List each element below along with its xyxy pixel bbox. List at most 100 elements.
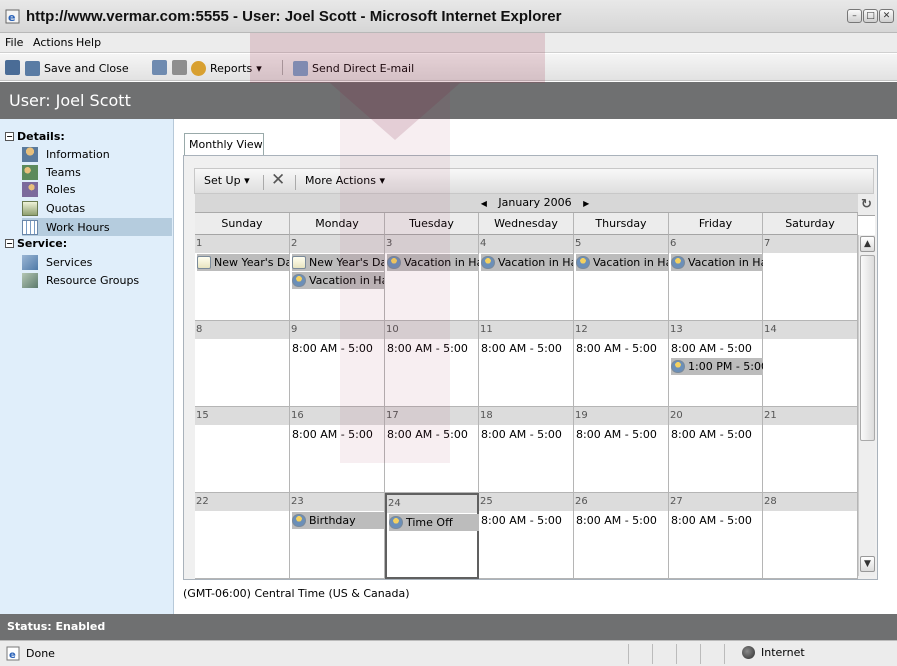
day-cell[interactable]: 23 Birthday	[290, 493, 385, 579]
day-cell[interactable]: 25 8:00 AM - 5:00	[479, 493, 574, 579]
calendar-event[interactable]: Vacation in Ha	[576, 254, 668, 271]
calendar-event[interactable]: 8:00 AM - 5:00	[481, 426, 573, 443]
calendar-event[interactable]: 8:00 AM - 5:00	[292, 340, 384, 357]
calendar-event[interactable]: 8:00 AM - 5:00	[671, 340, 763, 357]
day-number[interactable]: 3	[386, 238, 392, 249]
day-number[interactable]: 19	[575, 410, 588, 421]
day-number[interactable]: 16	[291, 410, 304, 421]
save-icon[interactable]	[5, 60, 20, 75]
day-cell[interactable]: 13 8:00 AM - 5:00 1:00 PM - 5:00	[669, 321, 763, 407]
save-and-close-button[interactable]: Save and Close	[25, 59, 129, 77]
day-cell[interactable]: 6 Vacation in Ha	[669, 235, 763, 321]
day-cell[interactable]: 3 Vacation in Ha	[385, 235, 479, 321]
calendar-event[interactable]: Vacation in Ha	[481, 254, 573, 271]
day-cell[interactable]: 19 8:00 AM - 5:00	[574, 407, 669, 493]
details-heading[interactable]: − Details:	[5, 130, 65, 143]
day-number[interactable]: 15	[196, 410, 209, 421]
day-cell[interactable]: 11 8:00 AM - 5:00	[479, 321, 574, 407]
day-cell[interactable]: 28	[763, 493, 858, 579]
day-cell[interactable]: 17 8:00 AM - 5:00	[385, 407, 479, 493]
sidebar-item-teams[interactable]: Teams	[22, 163, 172, 181]
send-direct-email-button[interactable]: Send Direct E-mail	[293, 59, 414, 77]
day-number[interactable]: 9	[291, 324, 297, 335]
day-number[interactable]: 6	[670, 238, 676, 249]
calendar-event[interactable]: Vacation in Ha	[671, 254, 763, 271]
day-cell[interactable]: 8	[195, 321, 290, 407]
day-cell[interactable]: 12 8:00 AM - 5:00	[574, 321, 669, 407]
delete-icon[interactable]: ✕	[271, 170, 285, 190]
day-number[interactable]: 26	[575, 496, 588, 507]
collapse-icon[interactable]: −	[5, 132, 14, 141]
next-month-icon[interactable]: ▶	[583, 199, 589, 208]
day-cell[interactable]: 15	[195, 407, 290, 493]
menu-help[interactable]: Help	[76, 36, 101, 49]
calendar-event[interactable]: 8:00 AM - 5:00	[671, 512, 763, 529]
day-number[interactable]: 2	[291, 238, 297, 249]
calendar-event[interactable]: Vacation in Ha	[387, 254, 479, 271]
day-number[interactable]: 12	[575, 324, 588, 335]
close-button[interactable]: ✕	[879, 9, 894, 23]
calendar-event[interactable]: 8:00 AM - 5:00	[576, 340, 668, 357]
calendar-event[interactable]: Time Off	[389, 514, 481, 531]
calendar-event[interactable]: Birthday	[292, 512, 384, 529]
day-number[interactable]: 17	[386, 410, 399, 421]
scroll-thumb[interactable]	[860, 255, 875, 441]
restore-button[interactable]: □	[863, 9, 878, 23]
day-number[interactable]: 13	[670, 324, 683, 335]
calendar-event[interactable]: 8:00 AM - 5:00	[481, 512, 573, 529]
calendar-event[interactable]: Vacation in Ha	[292, 272, 384, 289]
calendar-event[interactable]: 8:00 AM - 5:00	[387, 340, 479, 357]
day-cell[interactable]: 1 New Year's Da	[195, 235, 290, 321]
sidebar-item-services[interactable]: Services	[22, 253, 172, 271]
day-cell[interactable]: 4 Vacation in Ha	[479, 235, 574, 321]
day-cell[interactable]: 10 8:00 AM - 5:00	[385, 321, 479, 407]
sidebar-item-work-hours[interactable]: Work Hours	[22, 218, 172, 236]
day-cell[interactable]: 2 New Year's Da Vacation in Ha	[290, 235, 385, 321]
refresh-icon[interactable]: ↻	[858, 194, 875, 216]
day-cell[interactable]: 21	[763, 407, 858, 493]
day-cell[interactable]: 16 8:00 AM - 5:00	[290, 407, 385, 493]
print-icon[interactable]	[172, 60, 187, 75]
collapse-icon[interactable]: −	[5, 239, 14, 248]
day-cell[interactable]: 14	[763, 321, 858, 407]
day-number[interactable]: 21	[764, 410, 777, 421]
sidebar-item-resource-groups[interactable]: Resource Groups	[22, 271, 172, 289]
minimize-button[interactable]: –	[847, 9, 862, 23]
sidebar-item-quotas[interactable]: Quotas	[22, 199, 172, 217]
day-number[interactable]: 8	[196, 324, 202, 335]
day-number[interactable]: 14	[764, 324, 777, 335]
reports-button[interactable]: Reports ▾	[191, 59, 262, 77]
day-number[interactable]: 22	[196, 496, 209, 507]
save-new-icon[interactable]	[152, 60, 167, 75]
day-number[interactable]: 7	[764, 238, 770, 249]
scroll-down-icon[interactable]: ▼	[860, 556, 875, 572]
day-cell[interactable]: 26 8:00 AM - 5:00	[574, 493, 669, 579]
day-number[interactable]: 25	[480, 496, 493, 507]
day-number[interactable]: 28	[764, 496, 777, 507]
day-number[interactable]: 5	[575, 238, 581, 249]
day-cell[interactable]: 9 8:00 AM - 5:00	[290, 321, 385, 407]
menu-file[interactable]: File	[5, 36, 23, 49]
calendar-event[interactable]: 8:00 AM - 5:00	[387, 426, 479, 443]
day-cell[interactable]: 7	[763, 235, 858, 321]
day-cell[interactable]: 18 8:00 AM - 5:00	[479, 407, 574, 493]
tab-monthly-view[interactable]: Monthly View	[184, 133, 264, 155]
day-number[interactable]: 23	[291, 496, 304, 507]
calendar-event[interactable]: 8:00 AM - 5:00	[576, 426, 668, 443]
calendar-event[interactable]: 8:00 AM - 5:00	[292, 426, 384, 443]
calendar-event[interactable]: New Year's Da	[292, 254, 384, 271]
menu-actions[interactable]: Actions	[33, 36, 73, 49]
day-number[interactable]: 4	[480, 238, 486, 249]
day-number[interactable]: 10	[386, 324, 399, 335]
day-number[interactable]: 27	[670, 496, 683, 507]
day-number[interactable]: 11	[480, 324, 493, 335]
day-cell[interactable]: 27 8:00 AM - 5:00	[669, 493, 763, 579]
day-number[interactable]: 18	[480, 410, 493, 421]
day-number[interactable]: 20	[670, 410, 683, 421]
more-actions-button[interactable]: More Actions ▾	[305, 174, 385, 187]
vertical-scrollbar[interactable]: ▲ ▼	[858, 235, 875, 576]
day-cell[interactable]: 22	[195, 493, 290, 579]
service-heading[interactable]: − Service:	[5, 237, 67, 250]
day-number[interactable]: 1	[196, 238, 202, 249]
previous-month-icon[interactable]: ◀	[481, 199, 487, 208]
